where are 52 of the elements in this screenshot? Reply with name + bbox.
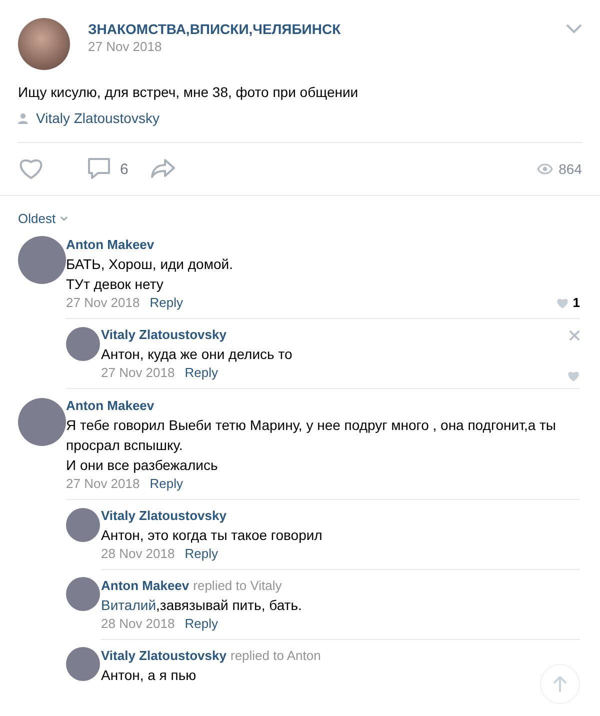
replied-to-label: replied to Anton bbox=[230, 647, 321, 665]
share-icon[interactable] bbox=[150, 157, 176, 181]
reply-link[interactable]: Reply bbox=[150, 475, 183, 493]
avatar-photo[interactable] bbox=[66, 327, 100, 361]
reply-link[interactable]: Reply bbox=[184, 364, 218, 382]
like-icon[interactable] bbox=[556, 297, 569, 309]
view-count: 864 bbox=[558, 161, 582, 177]
comment-text: БАТЬ, Хорош, иди домой. ТУт девок нету bbox=[66, 255, 233, 294]
comment-text: Я тебе говорил Выеби тетю Марину, у нее подруг много , она подгонит,а ты просрал вспышку. И они все разбежались bbox=[66, 416, 557, 475]
commenter-name[interactable]: Anton Makeev bbox=[66, 397, 154, 415]
chevron-down-icon[interactable] bbox=[566, 24, 582, 34]
scroll-to-top-button[interactable] bbox=[540, 664, 580, 704]
reply-link[interactable]: Reply bbox=[184, 615, 218, 633]
commenter-name[interactable]: Vitaly Zlatoustovsky bbox=[101, 326, 226, 344]
comment-count: 6 bbox=[120, 160, 128, 178]
comment-date: 27 Nov 2018 bbox=[101, 364, 175, 382]
comment-text: Виталий,завязывай пить, бать. bbox=[101, 596, 302, 615]
commenter-name[interactable]: Vitaly Zlatoustovsky bbox=[101, 507, 226, 525]
comment-text: Антон, это когда ты такое говорил bbox=[101, 526, 322, 545]
person-icon bbox=[18, 112, 28, 124]
comment-icon[interactable] bbox=[86, 157, 112, 181]
avatar-photo[interactable] bbox=[18, 398, 66, 446]
comment-date: 28 Nov 2018 bbox=[101, 545, 175, 563]
reply-link[interactable]: Reply bbox=[150, 294, 183, 312]
comment-text: Антон, куда же они делись то bbox=[101, 345, 292, 364]
comment-date: 27 Nov 2018 bbox=[66, 475, 140, 493]
eye-icon bbox=[536, 163, 553, 175]
avatar-photo[interactable] bbox=[18, 236, 66, 284]
avatar-photo[interactable] bbox=[66, 647, 100, 681]
like-icon[interactable] bbox=[567, 370, 580, 382]
reply-link[interactable]: Reply bbox=[184, 545, 218, 563]
avatar-photo[interactable] bbox=[66, 577, 100, 611]
comment-text: Антон, а я пью bbox=[101, 666, 196, 685]
community-name[interactable]: ЗНАКОМСТВА,ВПИСКИ,ЧЕЛЯБИНСК bbox=[88, 20, 548, 38]
mention-link[interactable]: Виталий bbox=[101, 597, 156, 613]
heart-icon[interactable] bbox=[18, 157, 44, 181]
avatar-photo[interactable] bbox=[18, 18, 70, 70]
commenter-name[interactable]: Vitaly Zlatoustovsky bbox=[101, 647, 226, 665]
post-date: 27 Nov 2018 bbox=[88, 38, 163, 56]
replied-to-label: replied to Vitaly bbox=[193, 577, 282, 595]
comment-date: 27 Nov 2018 bbox=[66, 294, 140, 312]
sort-dropdown[interactable]: Oldest bbox=[18, 210, 582, 228]
comment-date: 28 Nov 2018 bbox=[101, 615, 175, 633]
like-count: 1 bbox=[572, 294, 580, 312]
avatar-photo[interactable] bbox=[66, 508, 100, 542]
post-text: Ищу кисулю, для встреч, мне 38, фото при общении bbox=[18, 83, 360, 102]
close-icon[interactable] bbox=[569, 330, 580, 341]
arrow-up-icon bbox=[553, 675, 567, 693]
commenter-name[interactable]: Anton Makeev bbox=[101, 577, 190, 595]
commenter-name[interactable]: Anton Makeev bbox=[66, 236, 154, 254]
caret-icon bbox=[60, 216, 68, 222]
signer-link[interactable]: Vitaly Zlatoustovsky bbox=[36, 108, 160, 128]
